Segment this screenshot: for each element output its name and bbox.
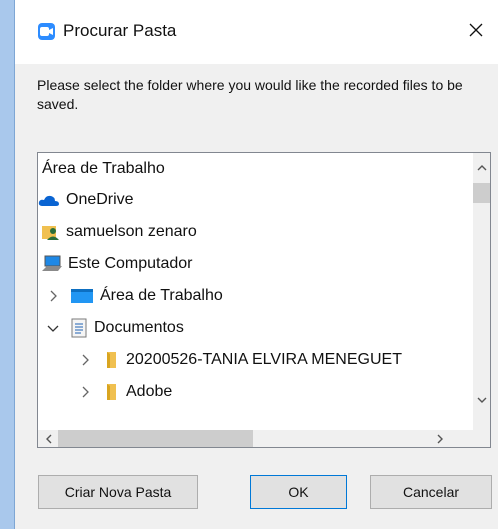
chevron-right-icon [437,434,443,443]
tree-item-documentos[interactable]: Documentos [46,312,184,343]
tree-item-label: Área de Trabalho [100,286,223,304]
tree-item-label: Documentos [94,318,184,336]
vertical-scrollbar[interactable] [473,153,490,414]
tree-item-label: Adobe [126,382,173,400]
tree-item-onedrive[interactable]: OneDrive [38,184,134,215]
folder-icon [107,351,116,368]
horizontal-scrollbar[interactable] [38,430,473,447]
tree-item-label: samuelson zenaro [66,222,197,240]
close-button[interactable] [453,10,498,50]
chevron-up-icon [477,164,486,170]
folder-icon [107,383,116,400]
scroll-down-button[interactable] [473,391,490,408]
scroll-left-button[interactable] [40,430,57,447]
documents-icon [71,318,87,337]
chevron-right-icon[interactable] [78,353,92,367]
tree-item-label: OneDrive [66,190,134,208]
vertical-scroll-thumb[interactable] [473,183,490,203]
browse-folder-dialog: Procurar Pasta Please select the folder … [14,0,498,529]
dialog-title: Procurar Pasta [63,21,177,40]
tree-item-user[interactable]: samuelson zenaro [42,216,197,247]
desktop-folder-icon [71,288,93,303]
cloud-icon [38,195,59,206]
horizontal-scroll-thumb[interactable] [58,430,253,447]
tree-item-adobe[interactable]: Adobe [78,376,172,407]
chevron-right-icon[interactable] [78,385,92,399]
chevron-down-icon[interactable] [46,321,60,335]
new-folder-button[interactable]: Criar Nova Pasta [38,475,198,509]
computer-icon [42,255,62,271]
user-folder-icon [42,225,59,240]
scroll-right-button[interactable] [431,430,448,447]
tree-item-label: Área de Trabalho [42,159,165,177]
ok-button[interactable]: OK [250,475,347,509]
tree-item-20200526-tania[interactable]: 20200526-TANIA ELVIRA MENEGUET [78,344,402,375]
tree-item-area-de-trabalho-root[interactable]: Área de Trabalho [42,153,165,184]
cancel-button[interactable]: Cancelar [370,475,492,509]
scrollbar-corner [473,414,490,447]
close-icon [469,23,483,37]
instruction-text: Please select the folder where you would… [37,77,463,112]
scroll-up-button[interactable] [473,159,490,176]
tree-item-area-de-trabalho[interactable]: Área de Trabalho [46,280,223,311]
tree-item-label: 20200526-TANIA ELVIRA MENEGUET [126,350,402,368]
title-bar: Procurar Pasta [15,0,498,64]
chevron-right-icon[interactable] [46,289,60,303]
chevron-left-icon [45,434,51,443]
zoom-app-icon [38,23,55,40]
folder-tree[interactable]: Área de Trabalho OneDrive samuelson zena… [37,152,491,448]
tree-item-label: Este Computador [68,254,193,272]
tree-item-este-computador[interactable]: Este Computador [42,248,193,279]
dialog-body: Please select the folder where you would… [15,64,498,529]
chevron-down-icon [477,397,486,403]
